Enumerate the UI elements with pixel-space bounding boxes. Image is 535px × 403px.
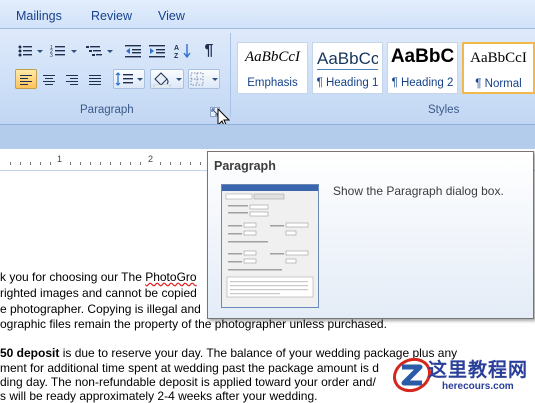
justify-button[interactable] (84, 69, 106, 89)
sort-button[interactable]: A Z (172, 41, 194, 61)
multilevel-list-button[interactable] (84, 41, 116, 61)
watermark: 这里教程网 herecours.com (388, 349, 534, 399)
document-line: ding day. The non-refundable deposit is … (0, 375, 376, 389)
pilcrow-icon: ¶ (204, 42, 214, 59)
paragraph-group-label: Paragraph (80, 104, 134, 116)
bullets-icon (18, 45, 43, 57)
bold-text: 50 deposit (0, 346, 60, 360)
justify-icon (89, 74, 101, 85)
align-left-icon (20, 74, 32, 85)
numbering-button[interactable]: 1 2 3 (48, 41, 80, 61)
style-emphasis[interactable]: AaBbCcI Emphasis (237, 42, 308, 94)
increase-indent-icon (149, 45, 165, 58)
misspelled-word: PhotoGro (145, 270, 197, 284)
numbering-icon: 1 2 3 (50, 45, 77, 58)
watermark-url: herecours.com (442, 381, 514, 392)
tab-view[interactable]: View (158, 9, 185, 23)
watermark-text: 这里教程网 (428, 360, 529, 381)
tab-mailings[interactable]: Mailings (16, 9, 62, 23)
style-sample: AaBbC (390, 46, 455, 67)
style-name: Emphasis (247, 77, 298, 89)
style-sample: AaBbCcI (245, 49, 300, 65)
tooltip-title: Paragraph (214, 159, 276, 173)
ruler-number: 2 (148, 154, 154, 164)
style-sample: AaBbCc (317, 49, 378, 70)
svg-text:Z: Z (174, 53, 179, 59)
align-center-icon (43, 74, 55, 85)
paint-bucket-icon (153, 72, 182, 87)
styles-group-label: Styles (428, 104, 460, 116)
decrease-indent-icon (125, 45, 141, 58)
borders-icon (190, 72, 218, 86)
tooltip-description: Show the Paragraph dialog box. (333, 184, 504, 198)
tab-review[interactable]: Review (91, 9, 132, 23)
document-line: k you for choosing our The PhotoGro (0, 270, 197, 284)
style-name: ¶ Heading 1 (316, 77, 379, 89)
paragraph-dialog-preview (221, 184, 319, 308)
align-left-button[interactable] (15, 69, 37, 89)
svg-text:3: 3 (50, 53, 53, 58)
align-right-button[interactable] (61, 69, 83, 89)
style-heading-2[interactable]: AaBbC ¶ Heading 2 (387, 42, 458, 94)
align-right-icon (66, 74, 78, 85)
show-hide-marks-button[interactable]: ¶ (198, 41, 220, 61)
ruler-number: 1 (57, 154, 63, 164)
style-sample: AaBbCcI (470, 50, 527, 66)
sort-icon: A Z (174, 44, 191, 59)
group-separator (230, 33, 231, 117)
line-spacing-icon (115, 72, 143, 86)
ribbon-bottom-band (0, 124, 535, 149)
super-tooltip: Paragraph Show the Paragraph dialog box. (207, 151, 534, 319)
multilevel-list-icon (86, 46, 113, 56)
style-heading-1[interactable]: AaBbCc ¶ Heading 1 (312, 42, 383, 94)
document-line: righted images and cannot be copied (0, 286, 197, 300)
watermark-logo-icon (392, 357, 432, 393)
shading-button[interactable] (150, 69, 184, 89)
svg-text:A: A (174, 45, 179, 52)
document-line: s will be ready approximately 2-4 weeks … (0, 389, 318, 403)
document-line: ographic files remain the property of th… (0, 317, 387, 331)
style-normal[interactable]: AaBbCcI ¶ Normal (462, 42, 535, 94)
document-line: e photographer. Copying is illegal and (0, 302, 201, 316)
borders-button[interactable] (188, 69, 220, 89)
align-center-button[interactable] (38, 69, 60, 89)
ribbon: 1 2 3 A Z ¶ Paragraph AaBbCcI Emphasis A… (0, 28, 535, 125)
decrease-indent-button[interactable] (122, 41, 144, 61)
increase-indent-button[interactable] (146, 41, 168, 61)
bullets-button[interactable] (15, 41, 45, 61)
line-spacing-button[interactable] (113, 69, 145, 89)
style-name: ¶ Heading 2 (391, 77, 454, 89)
style-name: ¶ Normal (475, 78, 522, 90)
document-line: ment for additional time spent at weddin… (0, 361, 379, 375)
